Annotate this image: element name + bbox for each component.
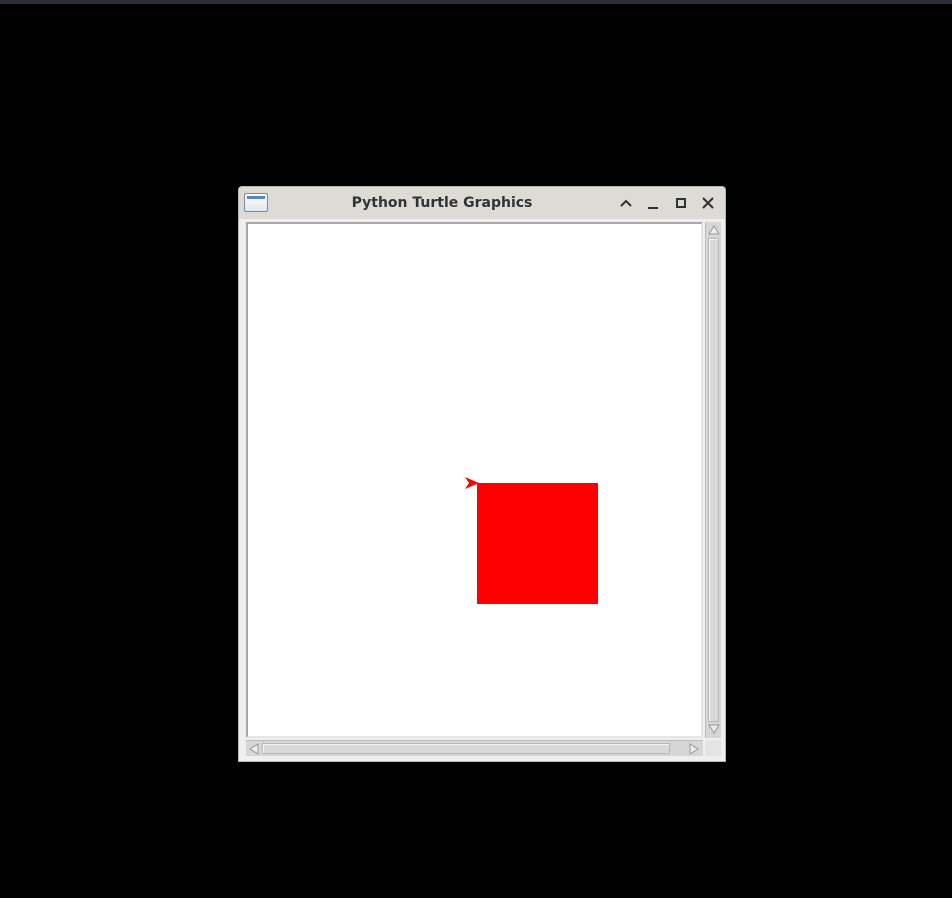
scroll-down-arrow-icon[interactable] [707,722,721,736]
maximize-icon [676,198,686,208]
chevron-up-icon [620,199,632,207]
minimize-icon [648,207,658,209]
scroll-right-arrow-icon[interactable] [687,742,701,756]
minimize-button[interactable] [645,195,661,211]
shade-button[interactable] [618,195,634,211]
scroll-up-arrow-icon[interactable] [707,223,721,237]
close-icon [702,197,714,209]
turtle-canvas[interactable] [248,224,701,736]
close-button[interactable] [700,195,716,211]
turtle-canvas-frame [246,222,703,738]
red-filled-square [477,483,598,604]
window-titlebar[interactable]: Python Turtle Graphics [239,187,725,219]
vertical-scroll-thumb[interactable] [708,238,719,722]
vertical-scrollbar[interactable] [705,222,721,738]
scroll-left-arrow-icon[interactable] [247,742,261,756]
horizontal-scroll-thumb[interactable] [262,743,670,754]
desktop-top-bar [0,0,952,4]
turtle-arrow-icon [465,477,479,489]
maximize-button[interactable] [673,195,689,211]
window-title: Python Turtle Graphics [351,195,533,211]
turtle-window: Python Turtle Graphics [238,186,726,762]
scrollbar-corner [705,740,721,756]
horizontal-scrollbar[interactable] [246,740,703,756]
